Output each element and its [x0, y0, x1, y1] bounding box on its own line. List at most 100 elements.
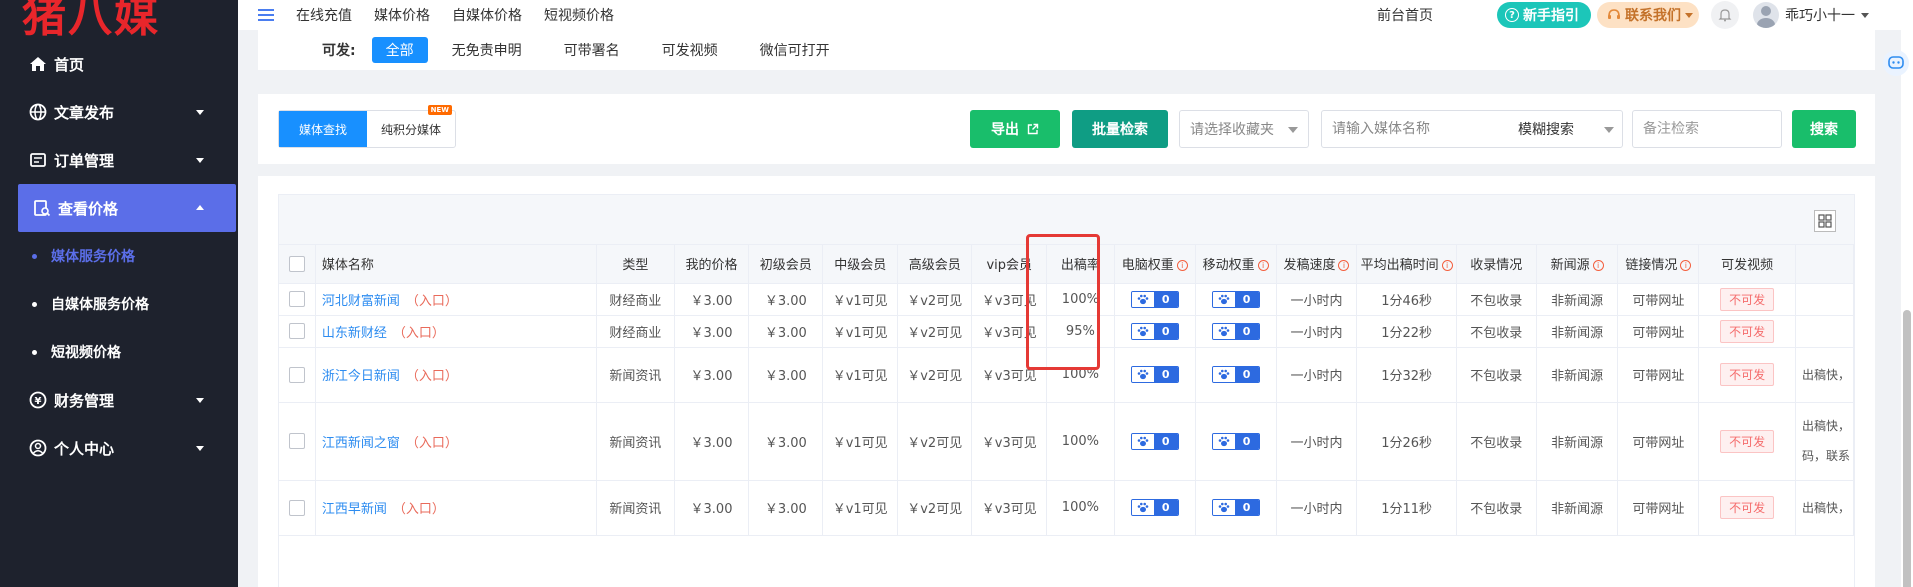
home-icon: [28, 54, 48, 74]
chevron-down-icon[interactable]: [1604, 127, 1614, 133]
sidebar-subitem-short-video-price[interactable]: 短视频价格: [0, 328, 238, 376]
sidebar-item-personal-center[interactable]: 个人中心: [0, 424, 238, 472]
pc-weight-cell: 0: [1114, 480, 1196, 536]
weight-value: 0: [1234, 433, 1259, 449]
row-checkbox[interactable]: [288, 433, 305, 449]
search-button[interactable]: 搜索: [1792, 110, 1856, 148]
page-scrollbar[interactable]: [1901, 30, 1913, 587]
senior-price-cell: ￥v2可见: [897, 402, 973, 481]
video-cell: 不可发: [1698, 283, 1796, 316]
export-button[interactable]: 导出: [970, 110, 1060, 148]
junior-price-cell: ￥3.00: [748, 347, 824, 403]
sidebar-subitem-self-media-price[interactable]: 自媒体服务价格: [0, 280, 238, 328]
paw-icon: [1212, 291, 1235, 307]
mid-price-cell: ￥v1可见: [822, 402, 898, 481]
front-home-link[interactable]: 前台首页: [1377, 5, 1433, 25]
media-name-link[interactable]: 浙江今日新闻: [322, 369, 400, 384]
bullet-icon: [32, 301, 37, 307]
filter-chip-all[interactable]: 全部: [371, 37, 428, 63]
remark-input[interactable]: [1643, 121, 1773, 137]
search-tabs: 媒体查找 纯积分媒体 NEW: [278, 105, 456, 148]
video-status-badge: 不可发: [1720, 287, 1775, 311]
sidebar-subitem-media-price[interactable]: 媒体服务价格: [0, 232, 238, 280]
video-cell: 不可发: [1698, 480, 1796, 536]
sidebar-item-article-publish[interactable]: 文章发布: [0, 88, 238, 136]
speed-cell: 一小时内: [1276, 283, 1358, 316]
finance-icon: ¥: [28, 390, 48, 410]
senior-price-cell: ￥v2可见: [897, 480, 973, 536]
row-checkbox[interactable]: [288, 323, 305, 339]
filter-chip-video[interactable]: 可发视频: [662, 40, 718, 60]
news-source-cell: 非新闻源: [1536, 480, 1619, 536]
rate-cell: 95%: [1046, 315, 1115, 348]
row-checkbox[interactable]: [288, 291, 305, 307]
index-cell: 不包收录: [1456, 283, 1537, 316]
row-checkbox[interactable]: [288, 499, 305, 516]
type-cell: 新闻资讯: [596, 347, 675, 403]
media-name-cell: 山东新财经 （入口）: [315, 315, 597, 348]
columns-grid-icon[interactable]: [1814, 210, 1836, 232]
info-icon[interactable]: i: [1592, 260, 1604, 272]
avatar[interactable]: [1753, 2, 1779, 28]
chevron-down-icon[interactable]: [1861, 12, 1869, 18]
contact-label: 联系我们: [1625, 8, 1681, 24]
media-name-link[interactable]: 江西早新闻: [322, 502, 387, 517]
rate-cell: 100%: [1046, 480, 1115, 536]
entry-link[interactable]: （入口）: [406, 294, 458, 309]
filter-chip-signature[interactable]: 可带署名: [564, 40, 620, 60]
headset-icon: [1607, 8, 1621, 22]
entry-link[interactable]: （入口）: [406, 369, 458, 384]
info-icon[interactable]: i: [1176, 260, 1188, 272]
entry-link[interactable]: （入口）: [393, 502, 445, 517]
row-checkbox[interactable]: [288, 366, 305, 383]
table-row: 山东新财经 （入口） 财经商业 ￥3.00 ￥3.00 ￥v1可见 ￥v2可见 ￥v3可见 95…: [279, 315, 1854, 348]
contact-button[interactable]: 联系我们: [1597, 2, 1699, 28]
media-name-input[interactable]: [1332, 121, 1512, 137]
info-icon[interactable]: i: [1257, 260, 1269, 272]
top-link-recharge[interactable]: 在线充值: [296, 5, 352, 25]
media-name-link[interactable]: 河北财富新闻: [322, 294, 400, 309]
username[interactable]: 乖巧小十一: [1785, 5, 1855, 25]
sidebar-item-home[interactable]: 首页: [0, 40, 238, 88]
media-name-link[interactable]: 山东新财经: [322, 326, 387, 341]
info-icon[interactable]: i: [1680, 260, 1692, 272]
match-mode-select[interactable]: 模糊搜索: [1518, 119, 1574, 139]
sidebar-item-view-price[interactable]: 查看价格: [18, 184, 236, 232]
entry-link[interactable]: （入口）: [406, 436, 458, 451]
filter-chip-no-disclaimer[interactable]: 无免责申明: [452, 40, 522, 60]
chat-bot-icon[interactable]: [1883, 50, 1909, 76]
pc-weight-badge: 0: [1130, 499, 1179, 516]
mid-price-cell: ￥v1可见: [822, 315, 898, 348]
sidebar-item-finance[interactable]: ¥ 财务管理: [0, 376, 238, 424]
info-icon[interactable]: i: [1338, 260, 1350, 272]
logo[interactable]: 猪八媒: [0, 0, 238, 40]
header-avg-time: 平均出稿时间 i: [1356, 245, 1457, 284]
bell-icon[interactable]: [1711, 1, 1739, 29]
header-mobile-weight: 移动权重 i: [1195, 245, 1277, 284]
new-badge: NEW: [427, 105, 452, 115]
menu-toggle-icon[interactable]: [258, 6, 274, 24]
top-link-media-price[interactable]: 媒体价格: [374, 5, 430, 25]
sidebar-item-order-management[interactable]: 订单管理: [0, 136, 238, 184]
weight-value: 0: [1234, 323, 1259, 339]
info-icon[interactable]: i: [1441, 260, 1453, 272]
row-select-cell: [279, 283, 316, 316]
weight-value: 0: [1234, 291, 1259, 307]
top-link-self-media-price[interactable]: 自媒体价格: [452, 5, 522, 25]
tab-media-search[interactable]: 媒体查找: [279, 111, 367, 147]
entry-link[interactable]: （入口）: [393, 326, 445, 341]
favorites-select[interactable]: 请选择收藏夹: [1179, 110, 1309, 148]
guide-button[interactable]: ? 新手指引: [1497, 2, 1591, 28]
my-price-cell: ￥3.00: [674, 283, 750, 316]
batch-search-button[interactable]: 批量检索: [1072, 110, 1168, 148]
rate-cell: 100%: [1046, 283, 1115, 316]
tab-points-media[interactable]: 纯积分媒体 NEW: [367, 105, 455, 147]
top-link-short-video-price[interactable]: 短视频价格: [544, 5, 614, 25]
scrollbar-thumb[interactable]: [1903, 310, 1911, 587]
remark-cell: 出稿快，: [1795, 347, 1854, 403]
logo-text: 猪八媒: [22, 0, 160, 40]
select-all-checkbox[interactable]: [288, 255, 305, 272]
header-index: 收录情况: [1456, 245, 1537, 284]
media-name-link[interactable]: 江西新闻之窗: [322, 436, 400, 451]
filter-chip-wechat[interactable]: 微信可打开: [760, 40, 830, 60]
